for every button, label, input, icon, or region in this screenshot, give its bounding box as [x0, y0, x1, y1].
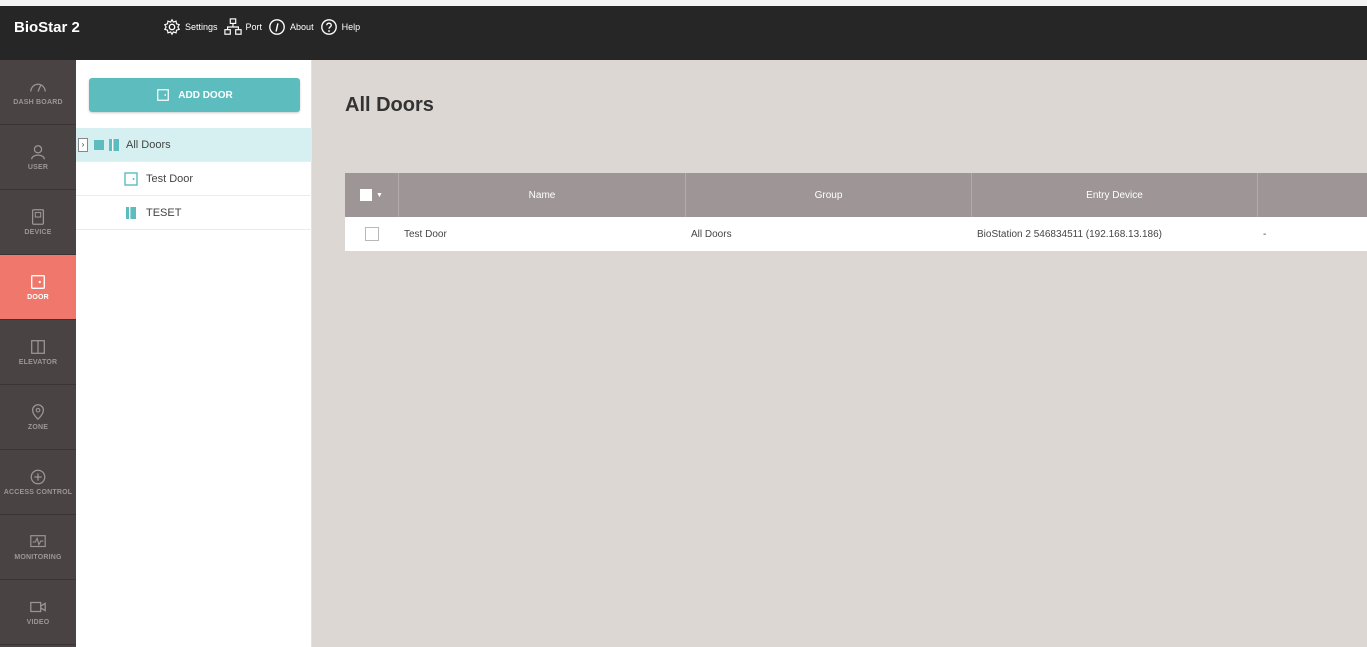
port-link[interactable]: Port — [223, 18, 263, 36]
sidebar-item-label: ELEVATOR — [18, 358, 58, 366]
page-title: All Doors — [345, 94, 434, 116]
cell-entry-device: BioStation 2 546834511 (192.168.13.186) — [977, 228, 1162, 240]
gauge-icon — [30, 83, 46, 92]
tree-item-label: All Doors — [126, 138, 171, 151]
expand-toggle[interactable]: › — [78, 138, 88, 152]
settings-link[interactable]: Settings — [163, 18, 218, 36]
elevator-icon — [31, 339, 45, 354]
add-door-label: ADD DOOR — [178, 89, 233, 101]
tree-item-label: Test Door — [146, 172, 194, 185]
table-header: ▼ Name Group Entry Device — [345, 173, 1367, 217]
column-header-entry-device[interactable]: Entry Device — [972, 173, 1258, 217]
help-icon — [320, 19, 337, 35]
device-icon — [31, 208, 45, 225]
column-header-name[interactable]: Name — [399, 173, 686, 217]
about-label: About — [290, 22, 314, 32]
video-icon — [30, 601, 46, 612]
tree-item-all-doors[interactable]: › All Doors — [76, 128, 312, 162]
monitoring-icon — [30, 534, 46, 547]
sidebar-item-label: MONITORING — [14, 553, 62, 561]
about-link[interactable]: About — [268, 18, 314, 36]
sidebar-item-zone[interactable]: ZONE — [0, 385, 76, 450]
sidebar-item-label: ACCESS CONTROL — [3, 488, 73, 496]
user-icon — [31, 144, 45, 159]
table-row[interactable]: Test Door All Doors BioStation 2 5468345… — [345, 217, 1367, 251]
sidebar-item-user[interactable]: USER — [0, 125, 76, 190]
sidebar-item-access-control[interactable]: ACCESS CONTROL — [0, 450, 76, 515]
top-bar: BioStar 2 Settings Port About Help — [0, 0, 1367, 60]
zone-icon — [31, 403, 45, 420]
door-tree-panel: ADD DOOR › All Doors Test Door TESET — [76, 60, 312, 647]
door-group-icon — [109, 138, 119, 151]
door-tree: › All Doors Test Door TESET — [76, 128, 312, 230]
sidebar-item-label: ZONE — [27, 423, 49, 431]
app-logo[interactable]: BioStar 2 — [14, 19, 80, 36]
column-header-group[interactable]: Group — [686, 173, 972, 217]
sidebar-item-label: DOOR — [27, 293, 49, 301]
main-sidebar: DASH BOARD USER DEVICE DOOR ELEVATOR ZON… — [0, 60, 76, 647]
help-link[interactable]: Help — [320, 18, 361, 36]
checkbox-box — [360, 189, 373, 201]
top-nav: Settings Port About Help — [163, 18, 366, 36]
door-group-icon — [126, 206, 136, 219]
sidebar-item-monitoring[interactable]: MONITORING — [0, 515, 76, 580]
column-header-extra — [1258, 173, 1367, 217]
tree-item-label: TESET — [146, 206, 182, 219]
chevron-down-icon: ▼ — [376, 191, 383, 199]
sidebar-item-dashboard[interactable]: DASH BOARD — [0, 60, 76, 125]
doors-table: ▼ Name Group Entry Device Test Door All … — [345, 173, 1367, 251]
sidebar-item-video[interactable]: VIDEO — [0, 580, 76, 645]
sidebar-item-label: VIDEO — [26, 618, 50, 626]
sidebar-item-device[interactable]: DEVICE — [0, 190, 76, 255]
select-all-checkbox[interactable]: ▼ — [345, 173, 399, 217]
main-content: All Doors ▼ Name Group Entry Device Test… — [312, 60, 1367, 647]
door-icon — [157, 89, 170, 101]
row-checkbox[interactable] — [345, 227, 399, 241]
tree-item-door[interactable]: TESET — [76, 196, 312, 230]
cell-name: Test Door — [404, 228, 447, 240]
door-icon — [31, 274, 45, 289]
cell-extra: - — [1263, 228, 1267, 240]
tree-item-door[interactable]: Test Door — [76, 162, 312, 196]
cell-group: All Doors — [691, 228, 732, 240]
port-label: Port — [245, 22, 263, 32]
door-icon — [124, 171, 138, 186]
help-label: Help — [341, 22, 361, 32]
access-control-icon — [30, 469, 46, 484]
sidebar-item-label: USER — [27, 163, 49, 171]
add-door-button[interactable]: ADD DOOR — [89, 78, 300, 112]
sidebar-item-elevator[interactable]: ELEVATOR — [0, 320, 76, 385]
sidebar-item-label: DASH BOARD — [13, 98, 63, 106]
checkbox-box — [365, 227, 379, 241]
info-icon — [269, 19, 285, 35]
sidebar-item-door[interactable]: DOOR — [0, 255, 76, 320]
group-checkbox[interactable] — [94, 139, 104, 150]
network-icon — [223, 18, 242, 35]
sidebar-item-label: DEVICE — [24, 228, 52, 236]
gear-icon — [163, 18, 181, 36]
settings-label: Settings — [185, 22, 218, 32]
